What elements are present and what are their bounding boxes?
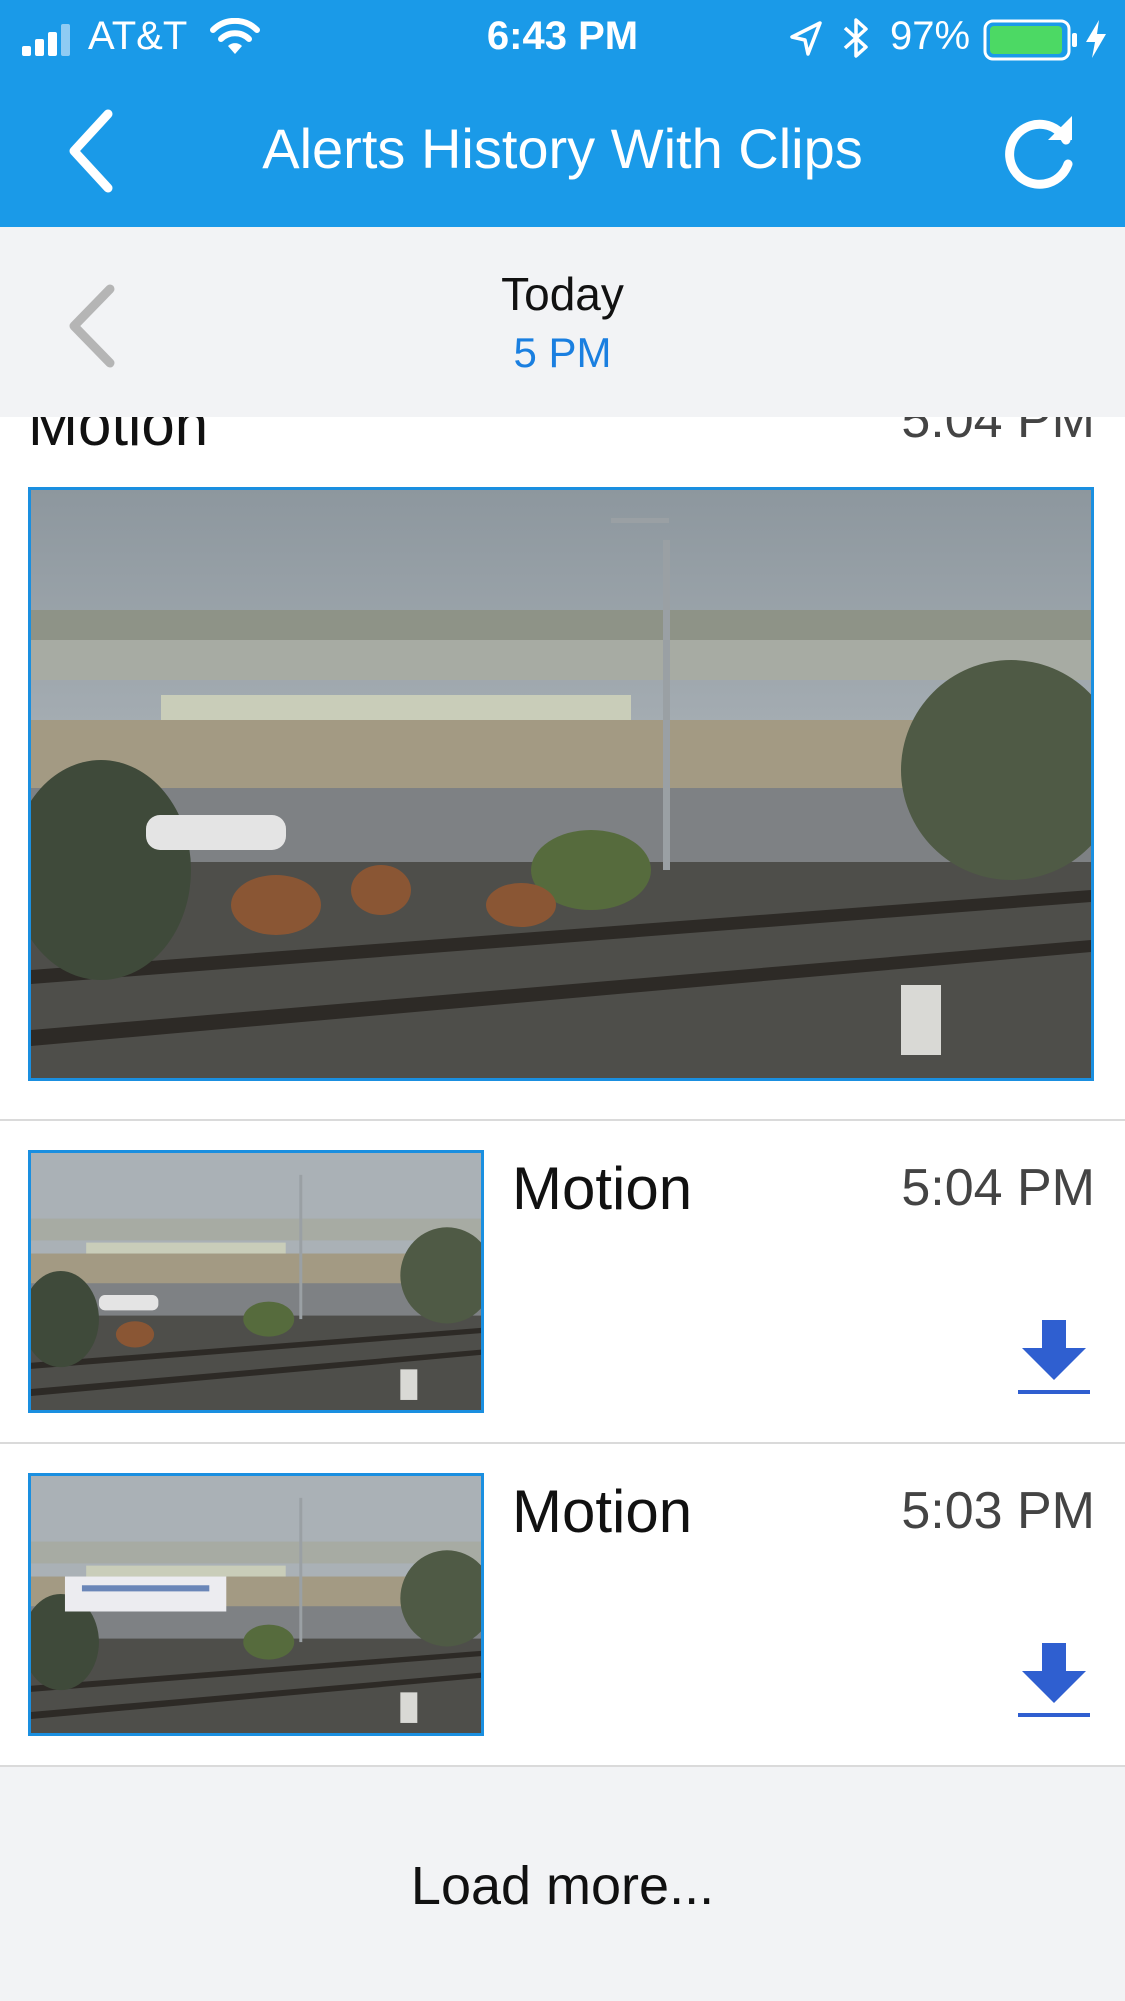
alert-label: Motion: [512, 1478, 693, 1545]
battery-percent: 97%: [890, 14, 971, 58]
page-title: Alerts History With Clips: [262, 117, 863, 180]
header-bar: AT&T 6:43 PM 97% Alerts History With Cli…: [0, 0, 1125, 227]
navigation-bar: Alerts History With Clips: [0, 76, 1125, 227]
location-icon: [790, 21, 822, 56]
date-day: Today: [501, 268, 624, 320]
date-hour: 5 PM: [513, 329, 612, 376]
alert-thumbnail[interactable]: [28, 1473, 484, 1736]
alert-row[interactable]: Motion 5:03 PM: [0, 1443, 1125, 1765]
date-header: Today 5 PM: [0, 227, 1125, 417]
battery-icon: [983, 19, 1077, 61]
camera-scene-image: [31, 490, 1091, 1078]
alert-time: 5:04 PM: [901, 1159, 1095, 1217]
refresh-icon[interactable]: [996, 106, 1086, 196]
load-more-button[interactable]: Load more...: [0, 1767, 1125, 2001]
camera-scene-image: [31, 1153, 481, 1410]
download-icon[interactable]: [1016, 1318, 1092, 1398]
alert-time: 5:03 PM: [901, 1482, 1095, 1540]
alert-row[interactable]: Motion 5:04 PM: [0, 1120, 1125, 1442]
charging-icon: [1086, 20, 1106, 58]
load-more-label: Load more...: [410, 1856, 715, 1916]
video-clip-preview[interactable]: [28, 487, 1094, 1081]
alert-thumbnail[interactable]: [28, 1150, 484, 1413]
status-bar: AT&T 6:43 PM 97%: [0, 0, 1125, 76]
download-icon[interactable]: [1016, 1641, 1092, 1721]
camera-scene-image: [31, 1476, 481, 1733]
alert-label: Motion: [512, 1155, 693, 1222]
bluetooth-icon: [843, 18, 868, 58]
